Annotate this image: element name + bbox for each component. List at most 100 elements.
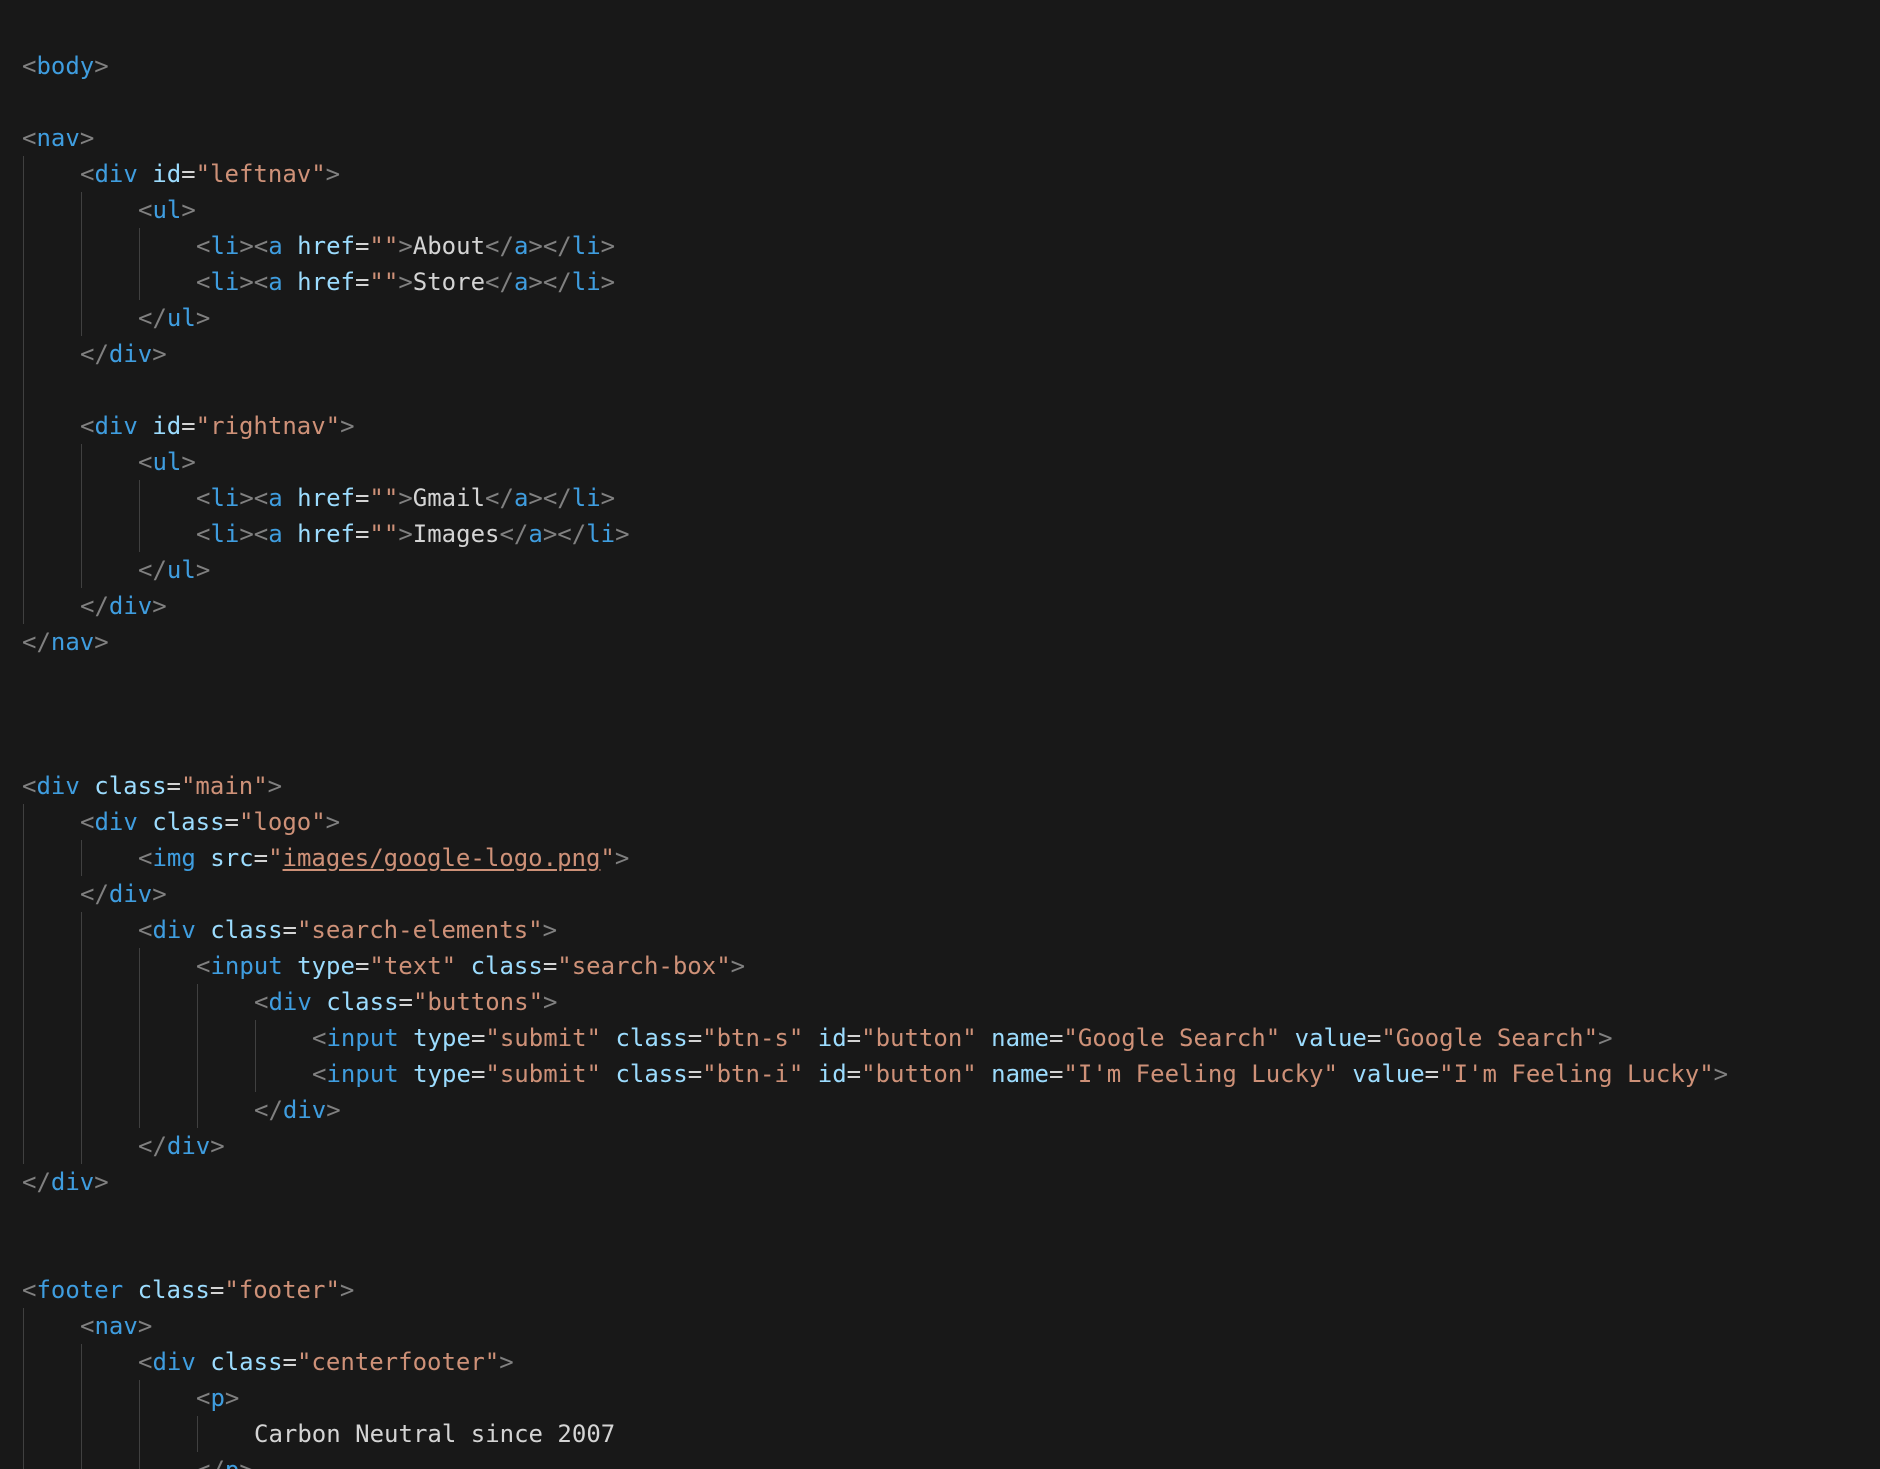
code-token: ul <box>152 448 182 476</box>
code-token: < <box>196 484 211 512</box>
code-token: "text" <box>369 952 457 980</box>
code-token: > <box>600 484 616 512</box>
code-line[interactable]: </p> <box>196 1452 254 1469</box>
code-line[interactable]: <input type="submit" class="btn-s" id="b… <box>312 1020 1613 1056</box>
code-line[interactable]: <nav> <box>22 120 94 156</box>
code-token: < <box>22 772 37 800</box>
code-line[interactable]: <input type="text" class="search-box"> <box>196 948 745 984</box>
code-line[interactable]: <ul> <box>138 444 196 480</box>
code-line[interactable]: </div> <box>80 876 167 912</box>
code-line[interactable]: <ul> <box>138 192 196 228</box>
code-token: = <box>253 844 269 872</box>
code-line[interactable]: </div> <box>22 1164 109 1200</box>
code-line[interactable]: <img src="images/google-logo.png"> <box>138 840 629 876</box>
code-token: > <box>615 520 630 548</box>
code-token: class <box>152 808 225 836</box>
code-token: li <box>210 268 240 296</box>
code-token: input <box>326 1024 399 1052</box>
code-token: </ <box>196 1456 225 1469</box>
code-line[interactable]: Carbon Neutral since 2007 <box>254 1416 615 1452</box>
code-line[interactable]: </nav> <box>22 624 109 660</box>
code-token: = <box>166 772 181 800</box>
code-token: nav <box>50 628 95 656</box>
code-token: id <box>817 1024 847 1052</box>
code-line[interactable]: <div class="search-elements"> <box>138 912 557 948</box>
code-token: a <box>268 268 283 296</box>
code-token: >< <box>239 268 269 296</box>
code-token: </ <box>138 304 167 332</box>
code-token: ></ <box>528 484 572 512</box>
code-line[interactable]: <div class="buttons"> <box>254 984 557 1020</box>
code-token: "I'm Feeling Lucky" <box>1439 1060 1714 1088</box>
code-token: "search-elements" <box>296 916 543 944</box>
code-token: href <box>297 268 355 296</box>
code-token: class <box>210 916 283 944</box>
code-line[interactable]: <div id="leftnav"> <box>80 156 340 192</box>
code-token: > <box>398 520 413 548</box>
code-token: class <box>470 952 543 980</box>
code-token: p <box>225 1456 239 1469</box>
code-token: > <box>339 1276 355 1304</box>
code-token: < <box>138 448 153 476</box>
code-token: > <box>224 1384 240 1412</box>
code-token: >< <box>239 484 269 512</box>
code-editor[interactable]: <body> <nav> <div id="leftnav"> <ul> <li><a … <box>0 0 1880 1469</box>
code-line[interactable]: <input type="submit" class="btn-i" id="b… <box>312 1056 1728 1092</box>
code-token: > <box>1598 1024 1613 1052</box>
code-line[interactable]: <div class="centerfooter"> <box>138 1344 514 1380</box>
code-token: > <box>325 160 341 188</box>
code-line[interactable]: <div id="rightnav"> <box>80 408 355 444</box>
code-line[interactable]: <div class="logo"> <box>80 804 340 840</box>
code-token: < <box>80 160 95 188</box>
code-line[interactable]: <li><a href="">Store</a></li> <box>196 264 615 300</box>
code-token: div <box>268 988 312 1016</box>
code-token: > <box>94 52 109 80</box>
code-line[interactable]: </div> <box>80 588 167 624</box>
code-token: </ <box>138 556 167 584</box>
code-line[interactable]: </div> <box>80 336 167 372</box>
code-line[interactable]: </div> <box>254 1092 341 1128</box>
code-token: Store <box>412 268 486 296</box>
code-token: = <box>1048 1024 1064 1052</box>
code-line[interactable]: </div> <box>138 1128 225 1164</box>
code-line[interactable]: <li><a href="">About</a></li> <box>196 228 615 264</box>
code-token: </ <box>80 340 109 368</box>
code-line[interactable]: <body> <box>22 48 109 84</box>
code-line[interactable]: </ul> <box>138 300 210 336</box>
code-token: > <box>325 808 341 836</box>
code-line[interactable]: <p> <box>196 1380 239 1416</box>
code-line[interactable]: <div class="main"> <box>22 768 282 804</box>
code-token: div <box>50 1168 95 1196</box>
code-line[interactable]: <footer class="footer"> <box>22 1272 354 1308</box>
code-token: > <box>542 916 558 944</box>
code-token: div <box>36 772 80 800</box>
code-token: > <box>614 844 630 872</box>
code-token: "" <box>369 520 399 548</box>
code-line[interactable]: <li><a href="">Images</a></li> <box>196 516 630 552</box>
code-token: </ <box>22 628 51 656</box>
code-token: class <box>615 1024 688 1052</box>
code-token: "" <box>369 268 399 296</box>
indent-guide <box>81 192 82 336</box>
code-token: = <box>846 1060 862 1088</box>
code-line[interactable]: <nav> <box>80 1308 152 1344</box>
code-token: < <box>80 1312 95 1340</box>
code-token: < <box>196 1384 211 1412</box>
code-token: input <box>210 952 283 980</box>
code-token: body <box>36 52 95 80</box>
code-token: > <box>398 484 413 512</box>
code-line[interactable]: <li><a href="">Gmail</a></li> <box>196 480 615 516</box>
code-token: < <box>254 988 269 1016</box>
code-token: < <box>312 1060 327 1088</box>
code-token: > <box>79 124 95 152</box>
code-line[interactable]: </ul> <box>138 552 210 588</box>
